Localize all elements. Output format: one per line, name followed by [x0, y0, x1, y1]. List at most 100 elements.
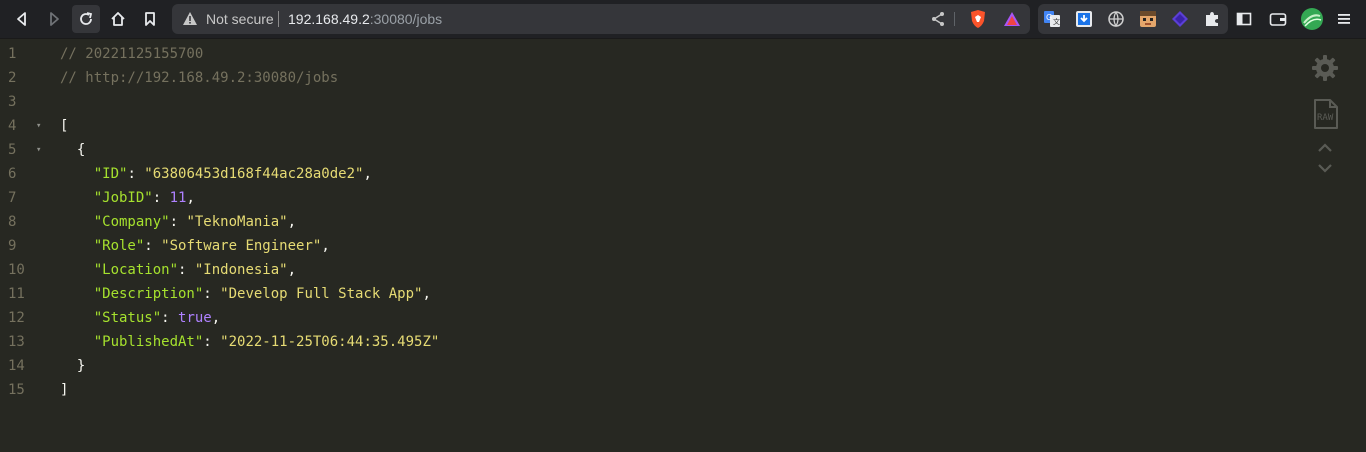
download-extension-icon[interactable]: [1074, 9, 1094, 29]
globe-extension-icon[interactable]: [1106, 9, 1126, 29]
token-pun: ,: [363, 166, 372, 182]
token-num: 11: [169, 190, 187, 206]
line-number: 7: [8, 190, 17, 206]
token-key: "Description": [93, 286, 204, 302]
code-line: 11 "Description": "Develop Full Stack Ap…: [0, 282, 1280, 306]
token-str: "2022-11-25T06:44:35.495Z": [220, 334, 440, 350]
reload-icon[interactable]: [72, 5, 100, 33]
token-pun: ,: [287, 214, 297, 230]
security-label[interactable]: Not secure: [206, 11, 274, 27]
code-line: 1 // 20221125155700: [0, 42, 1280, 66]
code-line: 3: [0, 90, 1280, 114]
token-pun: [60, 286, 94, 302]
line-content: }: [60, 354, 85, 378]
extensions-puzzle-icon[interactable]: [1202, 9, 1222, 29]
token-cm: // http://192.168.49.2:30080/jobs: [60, 70, 339, 86]
google-translate-icon[interactable]: G文: [1042, 9, 1062, 29]
line-content: ]: [60, 378, 68, 402]
code-line: 9 "Role": "Software Engineer",: [0, 234, 1280, 258]
profile-avatar-icon[interactable]: [1298, 5, 1326, 33]
token-pun: :: [152, 190, 170, 206]
face-extension-icon[interactable]: [1138, 9, 1158, 29]
token-pun: ,: [186, 190, 195, 206]
line-content: "Company": "TeknoMania",: [60, 210, 296, 234]
svg-text:文: 文: [1053, 17, 1060, 26]
code-line: 8 "Company": "TeknoMania",: [0, 210, 1280, 234]
token-pun: [60, 214, 94, 230]
share-icon[interactable]: [928, 9, 948, 29]
code-line: 13 "PublishedAt": "2022-11-25T06:44:35.4…: [0, 330, 1280, 354]
line-content: "Role": "Software Engineer",: [60, 234, 330, 258]
token-key: "Location": [93, 262, 179, 278]
token-pun: [60, 166, 94, 182]
token-key: "Status": [93, 310, 162, 326]
url-path: :30080/jobs: [369, 11, 443, 27]
line-number: 15: [8, 382, 25, 398]
token-pun: {: [60, 142, 86, 158]
menu-icon[interactable]: [1330, 5, 1358, 33]
line-content: [: [60, 114, 68, 138]
token-cm: // 20221125155700: [60, 46, 204, 62]
expand-down-icon[interactable]: [1315, 161, 1335, 175]
settings-gear-icon[interactable]: [1310, 53, 1340, 83]
token-pun: ,: [287, 262, 297, 278]
brave-rewards-icon[interactable]: [1002, 9, 1022, 29]
line-number: 4: [8, 118, 17, 134]
line-number: 1: [8, 46, 17, 62]
omnibox-divider: [954, 12, 955, 26]
sidebar-icon[interactable]: [1230, 5, 1258, 33]
line-content: "ID": "63806453d168f44ac28a0de2",: [60, 162, 372, 186]
token-pun: :: [161, 310, 179, 326]
code-line: 2 // http://192.168.49.2:30080/jobs: [0, 66, 1280, 90]
code-line: 15]: [0, 378, 1280, 402]
line-number: 10: [8, 262, 25, 278]
token-pun: [60, 334, 94, 350]
forward-icon[interactable]: [40, 5, 68, 33]
line-content: "Status": true,: [60, 306, 220, 330]
token-pun: }: [60, 358, 86, 374]
line-number: 14: [8, 358, 25, 374]
line-number: 11: [8, 286, 25, 302]
token-bool: true: [178, 310, 212, 326]
collapse-up-icon[interactable]: [1315, 141, 1335, 155]
line-content: "PublishedAt": "2022-11-25T06:44:35.495Z…: [60, 330, 440, 354]
line-number: 6: [8, 166, 17, 182]
token-pun: [60, 310, 94, 326]
token-key: "ID": [93, 166, 128, 182]
token-pun: ,: [321, 238, 330, 254]
home-icon[interactable]: [104, 5, 132, 33]
token-pun: :: [144, 238, 162, 254]
back-icon[interactable]: [8, 5, 36, 33]
token-pun: :: [203, 286, 221, 302]
token-str: "Software Engineer": [161, 238, 322, 254]
token-pun: [60, 262, 94, 278]
code-line: 4 ▾ [: [0, 114, 1280, 138]
token-key: "Company": [93, 214, 170, 230]
browser-toolbar: Not secure 192.168.49.2:30080/jobs G文: [0, 0, 1366, 39]
code-line: 7 "JobID": 11,: [0, 186, 1280, 210]
line-content: "Description": "Develop Full Stack App",: [60, 282, 431, 306]
diamond-extension-icon[interactable]: [1170, 9, 1190, 29]
fold-toggle-icon[interactable]: ▾: [36, 114, 41, 138]
line-number: 9: [8, 238, 17, 254]
wallet-icon[interactable]: [1264, 5, 1292, 33]
line-number: 5: [8, 142, 17, 158]
token-pun: [: [60, 118, 69, 134]
brave-shields-icon[interactable]: [968, 9, 988, 29]
line-number: 2: [8, 70, 17, 86]
address-bar[interactable]: Not secure 192.168.49.2:30080/jobs: [172, 4, 1030, 34]
bookmark-icon[interactable]: [136, 5, 164, 33]
line-number: 8: [8, 214, 17, 230]
raw-view-button[interactable]: RAW: [1311, 97, 1341, 131]
token-pun: :: [178, 262, 195, 278]
fold-toggle-icon[interactable]: ▾: [36, 138, 41, 162]
code-line: 12 "Status": true,: [0, 306, 1280, 330]
raw-label: RAW: [1317, 113, 1334, 123]
code-line: 10 "Location": "Indonesia",: [0, 258, 1280, 282]
token-pun: ,: [211, 310, 221, 326]
line-number: 13: [8, 334, 25, 350]
address-separator: [278, 11, 279, 27]
line-content: "JobID": 11,: [60, 186, 195, 210]
json-viewer: 1 // 20221125155700 2 // http://192.168.49.…: [0, 39, 1366, 452]
url-text[interactable]: 192.168.49.2:30080/jobs: [288, 11, 442, 27]
